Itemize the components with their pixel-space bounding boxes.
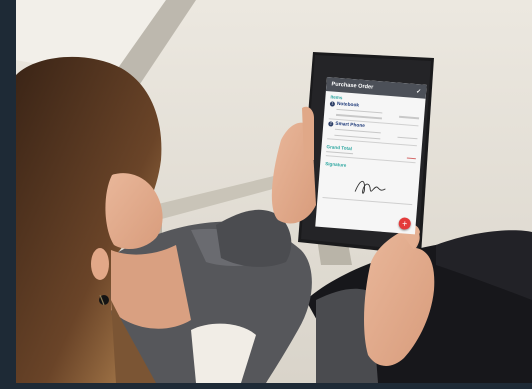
check-icon[interactable]: ✓: [416, 88, 422, 95]
tablet-screen: Purchase Order ✓ Items 1 Notebook 2 Smar…: [315, 77, 427, 235]
ear: [91, 248, 109, 280]
photograph: Purchase Order ✓ Items 1 Notebook 2 Smar…: [16, 0, 532, 383]
app-title: Purchase Order: [331, 81, 374, 91]
item-index-badge: 1: [329, 101, 336, 107]
grand-total-line: [326, 151, 354, 155]
item-detail-line: [399, 116, 420, 120]
left-thumb: [302, 106, 314, 160]
item-detail-line: [397, 136, 418, 140]
signature-scribble: [354, 181, 386, 194]
add-button[interactable]: +: [398, 217, 412, 231]
grand-total-amount-line: [406, 157, 416, 160]
signature-pad[interactable]: [322, 167, 415, 206]
frame-border-left: [0, 0, 16, 389]
frame-border-bottom: [0, 383, 532, 389]
photo-scene: [16, 0, 532, 383]
item-index-badge: 2: [328, 121, 334, 128]
photo-frame: Purchase Order ✓ Items 1 Notebook 2 Smar…: [0, 0, 532, 389]
